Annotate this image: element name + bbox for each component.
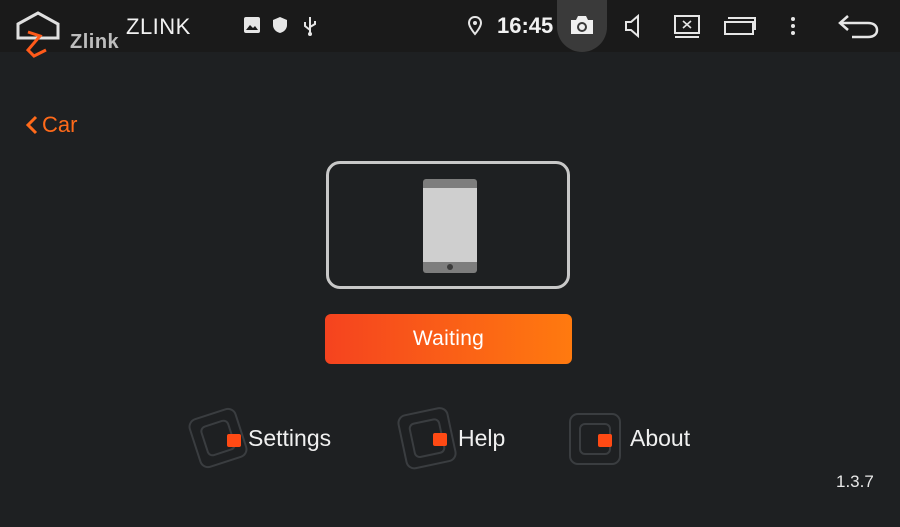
clock-time: 16:45 (497, 13, 554, 38)
zlink-logo-text: Zlink (70, 31, 120, 53)
app-title: ZLINK (126, 14, 191, 39)
phone-icon (423, 179, 477, 273)
about-menu-item[interactable]: About (568, 405, 690, 471)
settings-icon (186, 405, 256, 471)
shield-icon (272, 16, 292, 36)
help-icon (396, 405, 466, 471)
usb-icon (302, 16, 322, 36)
waiting-status-button[interactable]: Waiting (325, 314, 572, 364)
recent-apps-icon[interactable] (724, 12, 756, 40)
back-car-link[interactable]: Car (25, 112, 77, 138)
volume-icon[interactable] (624, 12, 646, 40)
status-bar: Zlink ZLINK 16:45 (0, 0, 900, 58)
help-menu-item[interactable]: Help (396, 405, 505, 471)
settings-label: Settings (248, 424, 332, 451)
version-label: 1.3.7 (836, 472, 874, 491)
settings-menu-item[interactable]: Settings (186, 405, 331, 471)
camera-button[interactable] (557, 0, 607, 52)
more-vert-icon[interactable] (789, 12, 797, 40)
about-icon (568, 405, 638, 471)
chevron-left-icon (25, 115, 38, 135)
back-label: Car (42, 112, 78, 137)
about-label: About (630, 424, 691, 451)
location-icon (467, 15, 487, 36)
screen-off-icon[interactable] (674, 12, 700, 40)
camera-icon (571, 16, 593, 34)
home-icon[interactable] (14, 10, 66, 60)
back-arrow-icon[interactable] (838, 12, 880, 40)
device-preview (326, 161, 570, 289)
image-icon (243, 16, 263, 36)
